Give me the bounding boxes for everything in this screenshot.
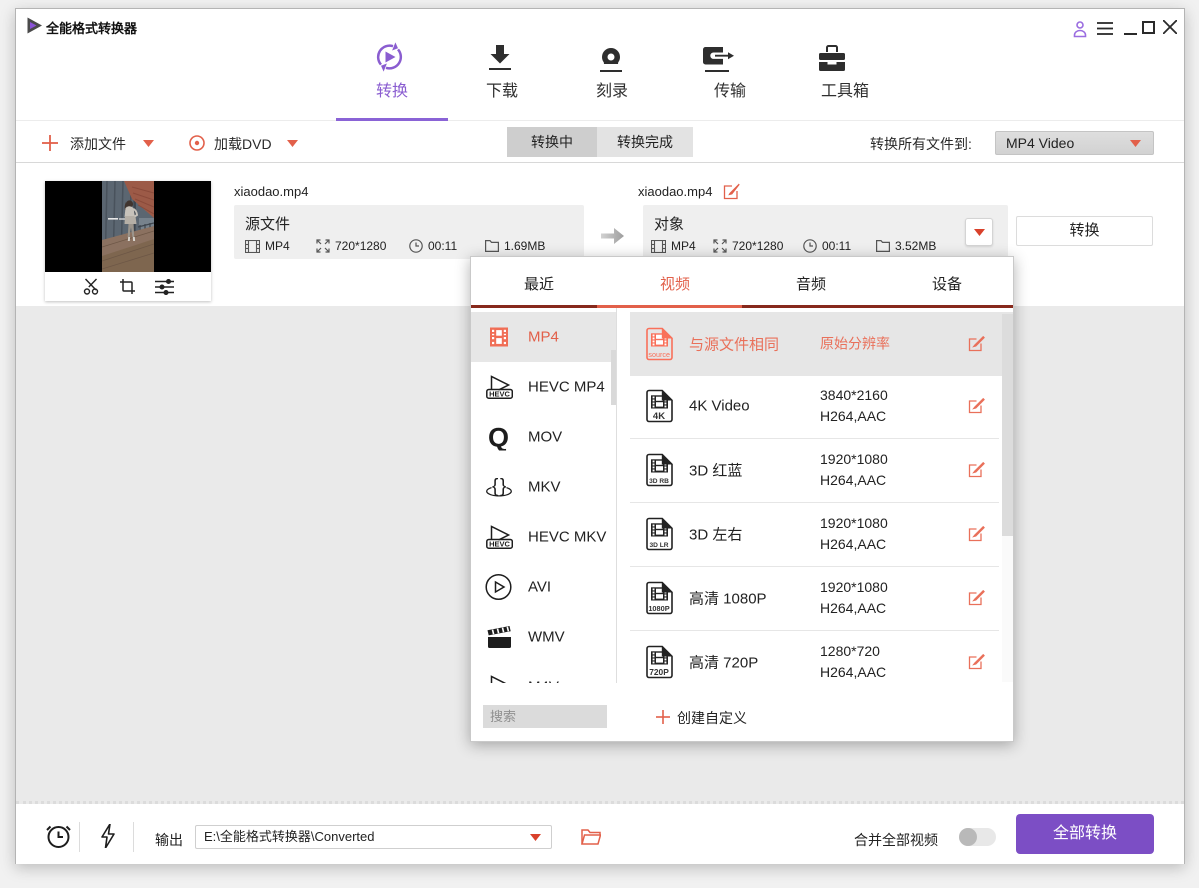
svg-text:}: } — [500, 478, 506, 497]
svg-text:HEVC: HEVC — [489, 540, 510, 549]
svg-text:720P: 720P — [649, 667, 669, 677]
svg-text:source: source — [648, 350, 670, 359]
svg-text:4K: 4K — [653, 411, 665, 422]
svg-text:3D LR: 3D LR — [649, 542, 668, 549]
svg-text:3D RB: 3D RB — [649, 478, 669, 485]
svg-text:HEVC: HEVC — [489, 390, 510, 399]
svg-text:1080P: 1080P — [648, 604, 669, 613]
svg-text:{: { — [492, 478, 499, 497]
svg-text:Q: Q — [488, 424, 509, 451]
